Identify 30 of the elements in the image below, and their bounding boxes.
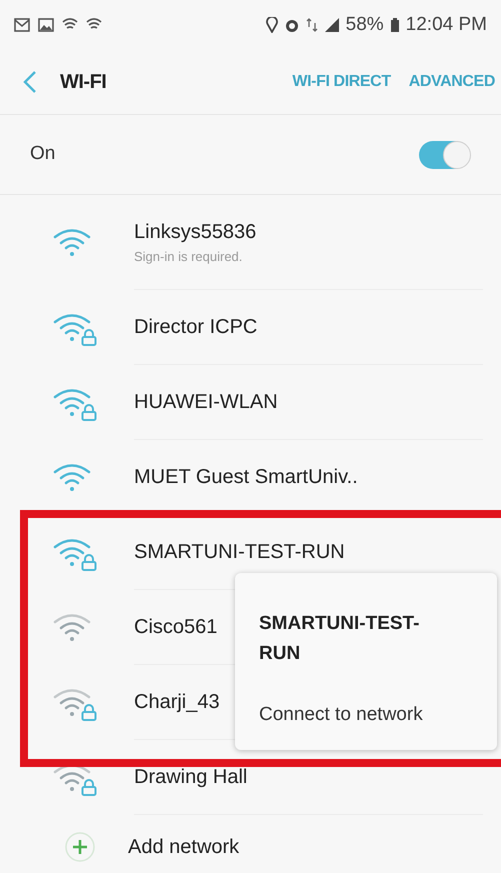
network-name: Charji_43 bbox=[134, 690, 220, 715]
add-icon bbox=[64, 831, 96, 863]
wifi-toggle[interactable] bbox=[419, 140, 469, 168]
menu-item[interactable]: Connect to network bbox=[259, 701, 423, 730]
add-network-label: Add network bbox=[128, 835, 240, 860]
page-title: WI-FI bbox=[60, 70, 106, 95]
mail-icon bbox=[14, 18, 30, 32]
network-name: MUET Guest SmartUniv.. bbox=[134, 465, 358, 490]
battery-percentage: 58% bbox=[346, 12, 384, 37]
switch-label: On bbox=[30, 142, 56, 166]
network-item[interactable]: Linksys55836 Sign-in is required. bbox=[0, 195, 501, 290]
back-icon bbox=[23, 70, 37, 94]
image-icon bbox=[38, 18, 54, 32]
network-item[interactable]: MUET Guest SmartUniv.. bbox=[0, 440, 501, 515]
network-name: Cisco561 bbox=[134, 615, 218, 640]
network-status: Sign-in is required. bbox=[134, 248, 242, 266]
network-item[interactable]: Director ICPC bbox=[0, 290, 501, 365]
add-network-item[interactable]: Add network bbox=[0, 815, 501, 873]
clock-time: 12:04 PM bbox=[406, 12, 487, 37]
network-name: Linksys55836 bbox=[134, 220, 256, 246]
network-name: Director ICPC bbox=[134, 315, 258, 340]
network-item[interactable]: HUAWEI-WLAN bbox=[0, 365, 501, 440]
network-name: HUAWEI-WLAN bbox=[134, 390, 278, 415]
data-arrows-icon bbox=[306, 17, 318, 33]
signal-icon bbox=[324, 17, 340, 33]
network-name: Drawing Hall bbox=[134, 765, 248, 790]
battery-icon bbox=[390, 17, 400, 33]
location-icon bbox=[266, 17, 278, 33]
menu-title: SMARTUNI-TEST-RUN bbox=[259, 612, 420, 666]
network-name: SMARTUNI-TEST-RUN bbox=[134, 540, 345, 565]
